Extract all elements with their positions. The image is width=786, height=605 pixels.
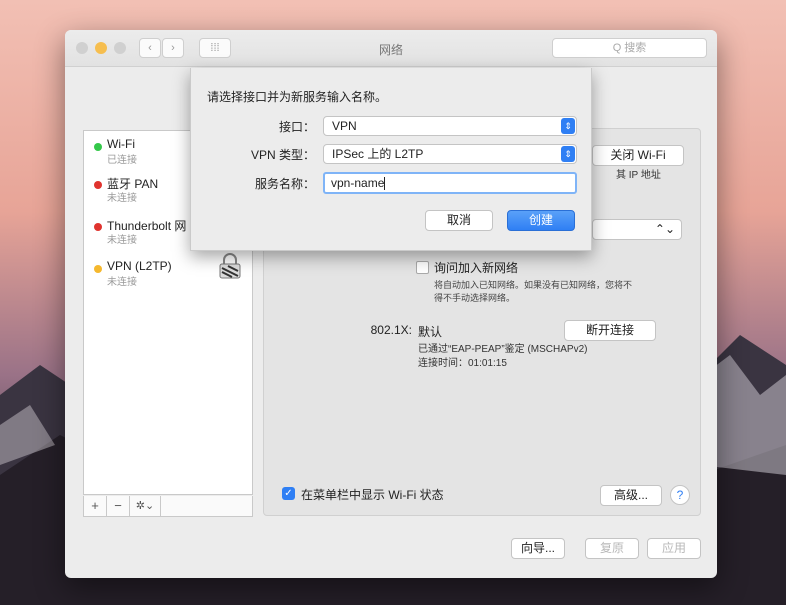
ip-note: 其 IP 地址	[616, 170, 661, 181]
auth-status: 已通过“EAP-PEAP”鉴定 (MSCHAPv2)	[418, 344, 588, 355]
vpn-type-label: VPN 类型：	[250, 148, 315, 162]
service-name-label: 服务名称：	[254, 177, 315, 191]
interface-popup[interactable]: VPN ⇕	[323, 116, 577, 136]
show-in-menubar-label: 在菜单栏中显示 Wi-Fi 状态	[301, 488, 444, 502]
vpn-type-popup[interactable]: IPSec 上的 L2TP ⇕	[323, 144, 577, 164]
service-name-input[interactable]: vpn-name	[323, 172, 577, 194]
service-status: 未连接	[107, 235, 137, 246]
title-bar: ‹ › ⁞⁞⁞ 网络 Q 搜索	[65, 30, 717, 67]
updown-arrows-icon: ⌃⌄	[654, 222, 675, 236]
new-service-sheet: 请选择接口并为新服务输入名称。 接口： VPN ⇕ VPN 类型： IPSec …	[190, 68, 592, 251]
remove-service-button[interactable]: −	[107, 496, 130, 516]
status-dot-icon	[94, 223, 102, 231]
network-name-popup[interactable]: ⌃⌄	[592, 219, 682, 240]
interface-value: VPN	[332, 119, 357, 133]
service-name: VPN (L2TP)	[107, 259, 172, 273]
create-button[interactable]: 创建	[507, 210, 575, 231]
updown-arrows-icon: ⇕	[561, 146, 575, 162]
assist-me-button[interactable]: 向导...	[511, 538, 565, 559]
service-status: 已连接	[107, 155, 137, 166]
service-name-value: vpn-name	[331, 176, 385, 190]
checkmark-icon: ✓	[284, 488, 293, 499]
lock-icon	[219, 253, 241, 279]
ask-join-checkbox[interactable]	[416, 261, 429, 274]
apply-button[interactable]: 应用	[647, 538, 701, 559]
help-button[interactable]: ?	[670, 485, 690, 505]
dot1x-label: 802.1X:	[370, 323, 412, 337]
status-dot-icon	[94, 181, 102, 189]
service-status: 未连接	[107, 277, 137, 288]
dot1x-value: 默认	[418, 325, 443, 339]
service-status: 未连接	[107, 193, 137, 204]
interface-label: 接口：	[278, 120, 315, 134]
disconnect-button[interactable]: 断开连接	[564, 320, 656, 341]
ask-join-desc-1: 将自动加入已知网络。如果没有已知网络，您将不	[434, 280, 633, 290]
ask-join-desc-2: 得不手动选择网络。	[434, 293, 516, 303]
revert-button[interactable]: 复原	[585, 538, 639, 559]
action-menu-button[interactable]: ✲⌄	[130, 496, 161, 516]
ask-join-label: 询问加入新网络	[434, 261, 519, 275]
text-cursor	[384, 177, 386, 191]
add-service-button[interactable]: +	[84, 496, 107, 516]
turn-off-wifi-button[interactable]: 关闭 Wi-Fi	[592, 145, 684, 166]
cancel-button[interactable]: 取消	[425, 210, 493, 231]
service-name: Wi-Fi	[107, 137, 135, 151]
updown-arrows-icon: ⇕	[561, 118, 575, 134]
vpn-type-value: IPSec 上的 L2TP	[332, 147, 424, 161]
search-field[interactable]: Q 搜索	[552, 38, 707, 58]
advanced-button[interactable]: 高级...	[600, 485, 662, 506]
sheet-prompt: 请选择接口并为新服务输入名称。	[207, 90, 388, 104]
connection-time: 连接时间：01:01:15	[418, 358, 507, 369]
service-list-toolbar: + − ✲⌄	[83, 496, 253, 517]
status-dot-icon	[94, 143, 102, 151]
show-in-menubar-checkbox[interactable]: ✓	[282, 487, 295, 500]
status-dot-icon	[94, 265, 102, 273]
